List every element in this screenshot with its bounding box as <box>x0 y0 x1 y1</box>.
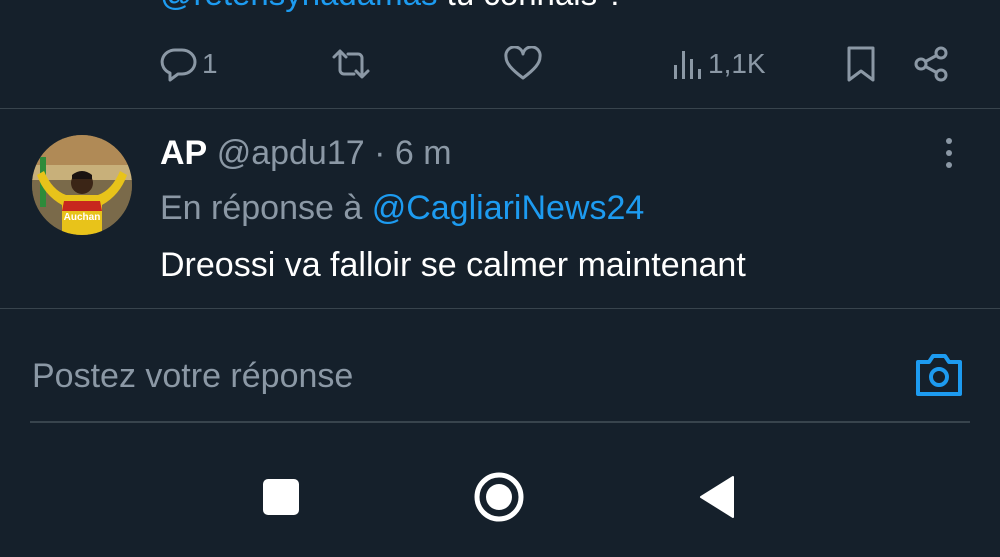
avatar[interactable]: Auchan <box>32 135 132 235</box>
display-name[interactable]: AP <box>160 134 207 172</box>
heart-icon <box>504 46 542 80</box>
bookmark-icon <box>847 46 875 82</box>
tweet-divider <box>0 108 1000 109</box>
composer-underline <box>30 421 970 423</box>
share-button[interactable] <box>913 40 949 88</box>
bookmark-button[interactable] <box>846 40 876 88</box>
handle-and-time[interactable]: @apdu17 · 6 m <box>217 134 452 172</box>
vertical-ellipsis-icon <box>938 138 960 168</box>
composer-divider <box>0 308 1000 309</box>
views-count: 1,1K <box>708 48 766 79</box>
more-options-button[interactable] <box>938 138 960 174</box>
reply-prefix: En réponse à <box>160 189 372 227</box>
nav-recents-button[interactable] <box>262 478 300 516</box>
reply-mention-link[interactable]: @CagliariNews24 <box>372 189 645 227</box>
previous-tweet-text: @retensynadamas tu connais ? <box>160 0 625 14</box>
reply-count: 1 <box>202 48 218 79</box>
speech-bubble-icon <box>160 48 197 82</box>
nav-home-button[interactable] <box>473 471 525 523</box>
tweet-action-bar: 1 1,1K <box>0 40 1000 88</box>
nav-back-button[interactable] <box>698 475 736 519</box>
camera-button[interactable] <box>914 350 964 398</box>
views-button[interactable]: 1,1K <box>672 40 766 88</box>
reply-button[interactable]: 1 <box>160 40 218 88</box>
tweet-header: AP @apdu17 · 6 m <box>160 131 452 175</box>
like-button[interactable] <box>503 40 543 88</box>
circle-icon <box>474 472 524 522</box>
retweet-button[interactable] <box>330 40 372 88</box>
tweet-text: Dreossi va falloir se calmer maintenant <box>160 246 746 284</box>
svg-text:Auchan: Auchan <box>64 212 101 223</box>
retweet-icon <box>332 49 370 79</box>
camera-icon <box>916 354 962 396</box>
triangle-back-icon <box>700 476 734 518</box>
previous-tweet-body: tu connais ? <box>437 0 625 12</box>
square-icon <box>263 479 299 515</box>
reply-input[interactable] <box>32 352 892 400</box>
bar-chart-icon <box>674 51 701 79</box>
avatar-image: Auchan <box>32 135 132 235</box>
reply-context: En réponse à @CagliariNews24 <box>160 186 644 230</box>
previous-tweet-mention[interactable]: @retensynadamas <box>160 0 437 12</box>
share-icon <box>914 46 948 82</box>
